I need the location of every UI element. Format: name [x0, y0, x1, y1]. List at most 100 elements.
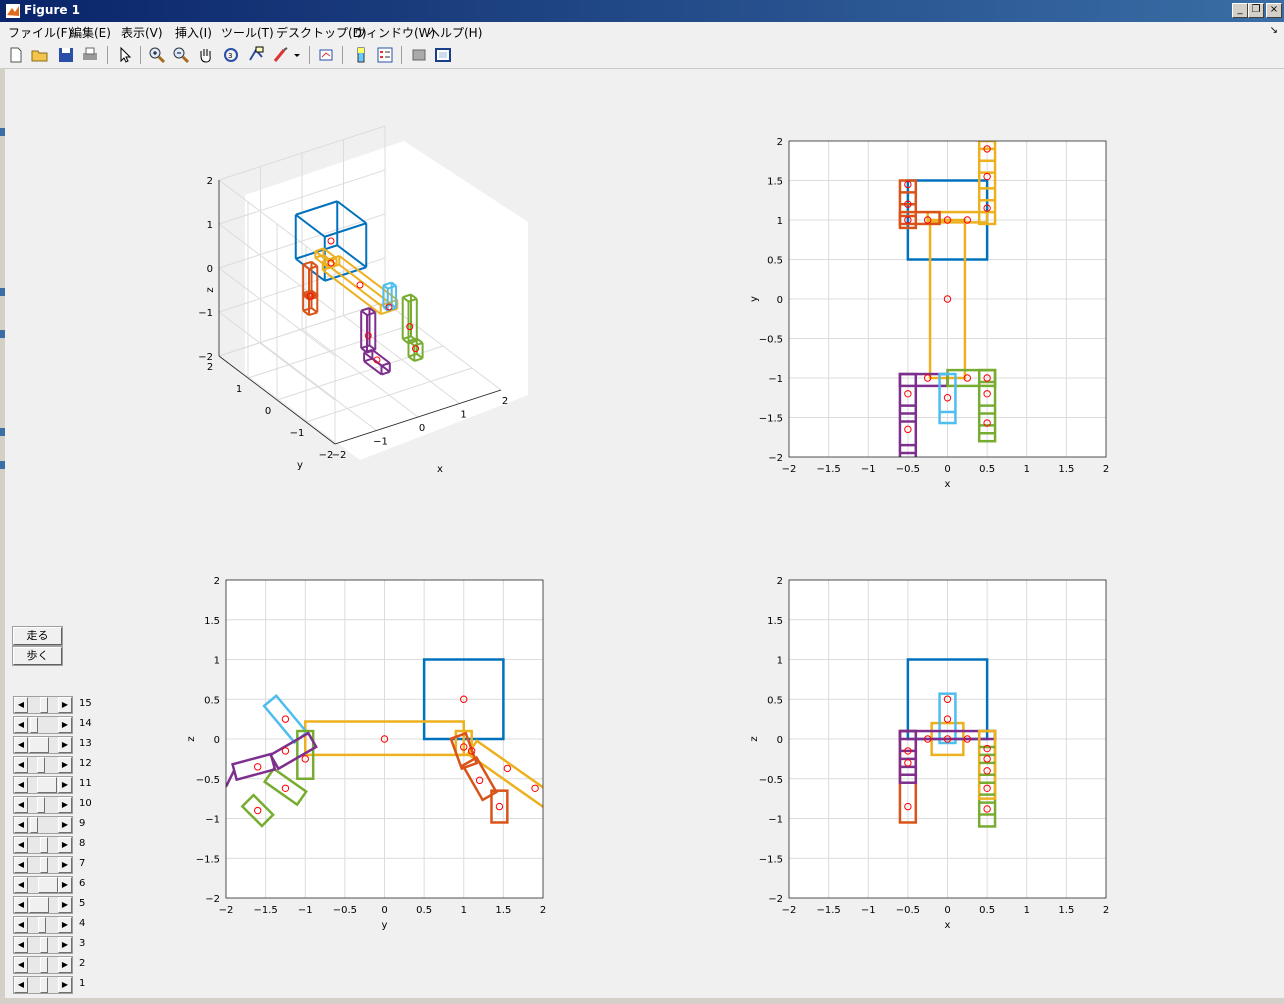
tick-label-x: 0: [944, 905, 950, 916]
axis-label-x-3d: x: [437, 464, 443, 475]
tick-label-x: 2: [1103, 905, 1109, 916]
tick-label-y: 0.5: [767, 695, 783, 706]
slider-left-arrow-icon[interactable]: ◀: [14, 697, 28, 713]
slider-thumb[interactable]: [36, 777, 57, 793]
joint-slider-4[interactable]: ◀ ▶: [13, 916, 73, 934]
slider-thumb[interactable]: [40, 837, 49, 853]
slider-right-arrow-icon[interactable]: ▶: [58, 777, 72, 793]
joint-slider-11[interactable]: ◀ ▶: [13, 776, 73, 794]
tick-label-y: −1: [205, 815, 220, 826]
slider-label: 13: [79, 738, 92, 749]
tick-label-x: −1.5: [816, 905, 840, 916]
tick-label-x-3d: 1: [460, 410, 466, 421]
joint-slider-9[interactable]: ◀ ▶: [13, 816, 73, 834]
joint-slider-1[interactable]: ◀ ▶: [13, 976, 73, 994]
plot-yz-view[interactable]: −2−2 −1.5 −1.5 −1 −1 −0.5 −0.5 0 0 0.5 0.5 1 1 1.5 1.5…: [186, 576, 555, 931]
slider-left-arrow-icon[interactable]: ◀: [14, 757, 28, 773]
slider-right-arrow-icon[interactable]: ▶: [58, 897, 72, 913]
tick-label-y: −1: [768, 815, 783, 826]
slider-thumb[interactable]: [40, 977, 49, 993]
slider-left-arrow-icon[interactable]: ◀: [14, 817, 28, 833]
slider-left-arrow-icon[interactable]: ◀: [14, 857, 28, 873]
tick-label-x: 1: [461, 905, 467, 916]
slider-left-arrow-icon[interactable]: ◀: [14, 777, 28, 793]
tick-label-y: 0: [214, 735, 220, 746]
slider-thumb[interactable]: [40, 857, 49, 873]
tick-label-y: 1: [214, 656, 220, 667]
slider-thumb[interactable]: [40, 937, 49, 953]
tick-label-y: −1.5: [759, 414, 783, 425]
slider-left-arrow-icon[interactable]: ◀: [14, 837, 28, 853]
slider-right-arrow-icon[interactable]: ▶: [58, 937, 72, 953]
tick-label-y: −0.5: [759, 775, 783, 786]
axis-label-x: x: [945, 920, 951, 931]
slider-right-arrow-icon[interactable]: ▶: [58, 877, 72, 893]
slider-right-arrow-icon[interactable]: ▶: [58, 957, 72, 973]
joint-slider-15[interactable]: ◀ ▶: [13, 696, 73, 714]
joint-slider-10[interactable]: ◀ ▶: [13, 796, 73, 814]
tick-label-z-3d: 2: [207, 176, 213, 187]
slider-left-arrow-icon[interactable]: ◀: [14, 737, 28, 753]
slider-label: 2: [79, 958, 86, 969]
tick-label-y: −1.5: [196, 854, 220, 865]
slider-label: 11: [79, 778, 92, 789]
tick-label-y: −0.5: [196, 775, 220, 786]
tick-label-y: 1.5: [767, 177, 783, 188]
slider-thumb[interactable]: [29, 737, 50, 753]
tick-label-y: −2: [768, 894, 783, 905]
slider-right-arrow-icon[interactable]: ▶: [58, 757, 72, 773]
joint-slider-8[interactable]: ◀ ▶: [13, 836, 73, 854]
plot-3d-view[interactable]: −2−2−2−1−1−1000111222 x y z: [198, 125, 528, 475]
slider-left-arrow-icon[interactable]: ◀: [14, 897, 28, 913]
slider-thumb[interactable]: [30, 717, 39, 733]
slider-thumb[interactable]: [37, 917, 46, 933]
joint-slider-13[interactable]: ◀ ▶: [13, 736, 73, 754]
slider-right-arrow-icon[interactable]: ▶: [58, 837, 72, 853]
joint-slider-6[interactable]: ◀ ▶: [13, 876, 73, 894]
tick-label-x: −1.5: [816, 464, 840, 475]
slider-right-arrow-icon[interactable]: ▶: [58, 857, 72, 873]
run-button[interactable]: 走る: [13, 627, 62, 645]
slider-left-arrow-icon[interactable]: ◀: [14, 717, 28, 733]
slider-left-arrow-icon[interactable]: ◀: [14, 877, 28, 893]
axis-label-y: z: [186, 736, 197, 741]
plot-xz-view[interactable]: −2−2 −1.5 −1.5 −1 −1 −0.5 −0.5 0 0 0.5 0.5 1 1 1.5 1.5…: [749, 576, 1109, 931]
slider-right-arrow-icon[interactable]: ▶: [58, 977, 72, 993]
slider-left-arrow-icon[interactable]: ◀: [14, 937, 28, 953]
slider-thumb[interactable]: [36, 797, 45, 813]
slider-thumb[interactable]: [36, 757, 45, 773]
joint-slider-3[interactable]: ◀ ▶: [13, 936, 73, 954]
slider-right-arrow-icon[interactable]: ▶: [58, 697, 72, 713]
slider-thumb[interactable]: [40, 697, 49, 713]
slider-thumb[interactable]: [37, 877, 58, 893]
slider-right-arrow-icon[interactable]: ▶: [58, 717, 72, 733]
joint-slider-14[interactable]: ◀ ▶: [13, 716, 73, 734]
joint-slider-7[interactable]: ◀ ▶: [13, 856, 73, 874]
joint-slider-12[interactable]: ◀ ▶: [13, 756, 73, 774]
slider-label: 4: [79, 918, 86, 929]
tick-label-y-3d: −2: [319, 450, 334, 461]
slider-left-arrow-icon[interactable]: ◀: [14, 917, 28, 933]
tick-label-y: 2: [777, 576, 783, 587]
slider-right-arrow-icon[interactable]: ▶: [58, 817, 72, 833]
slider-thumb[interactable]: [29, 897, 50, 913]
tick-label-x: −1: [861, 464, 876, 475]
tick-label-y-3d: −1: [290, 428, 305, 439]
walk-button[interactable]: 歩く: [13, 647, 62, 665]
slider-left-arrow-icon[interactable]: ◀: [14, 797, 28, 813]
tick-label-x: −1.5: [253, 905, 277, 916]
slider-label: 6: [79, 878, 86, 889]
tick-label-y-3d: 0: [265, 406, 271, 417]
slider-left-arrow-icon[interactable]: ◀: [14, 977, 28, 993]
joint-slider-2[interactable]: ◀ ▶: [13, 956, 73, 974]
slider-right-arrow-icon[interactable]: ▶: [58, 737, 72, 753]
tick-label-x: −2: [782, 905, 797, 916]
slider-thumb[interactable]: [30, 817, 39, 833]
slider-left-arrow-icon[interactable]: ◀: [14, 957, 28, 973]
slider-right-arrow-icon[interactable]: ▶: [58, 917, 72, 933]
tick-label-y: 1: [777, 216, 783, 227]
slider-right-arrow-icon[interactable]: ▶: [58, 797, 72, 813]
slider-thumb[interactable]: [40, 957, 49, 973]
joint-slider-5[interactable]: ◀ ▶: [13, 896, 73, 914]
plot-xy-view[interactable]: −2−2 −1.5 −1.5 −1 −1 −0.5 −0.5 0 0 0.5 0.5 1 1 1.5 1.5…: [749, 137, 1109, 490]
